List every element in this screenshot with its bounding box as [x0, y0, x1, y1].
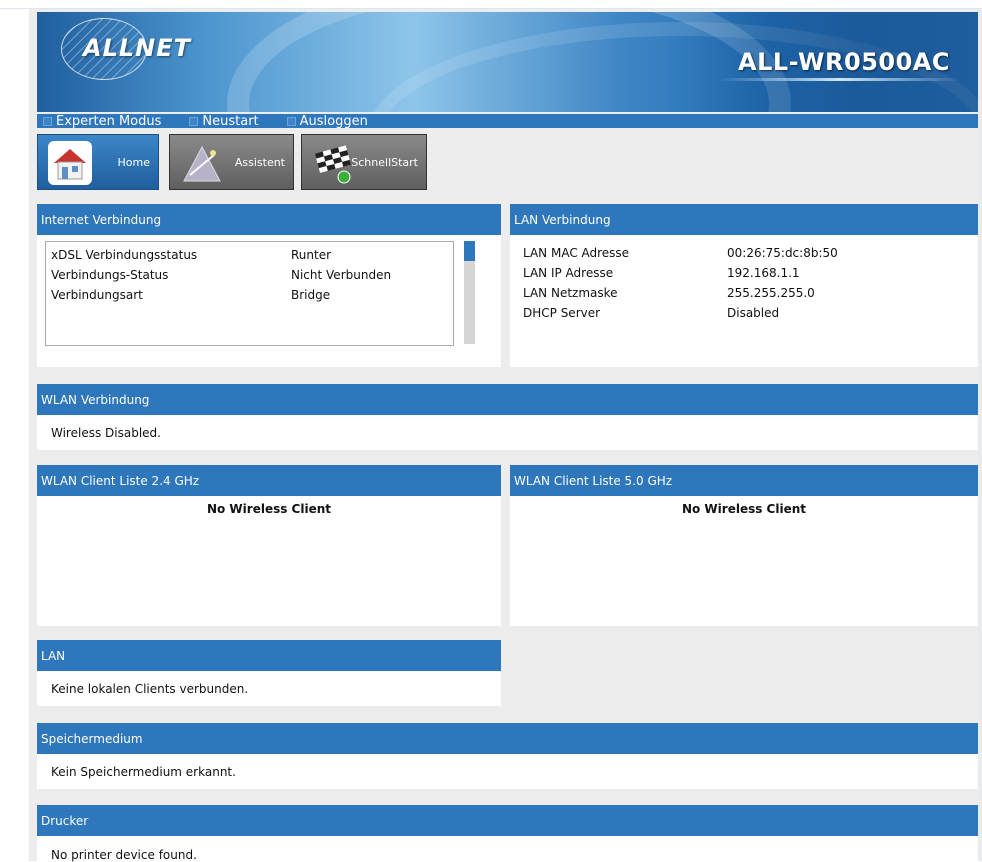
home-label: Home — [117, 155, 150, 169]
scrollbar-thumb[interactable] — [464, 241, 475, 261]
panel-header: LAN — [37, 640, 501, 671]
lan-clients-text: Keine lokalen Clients verbunden. — [51, 682, 249, 696]
left-margin — [0, 9, 29, 861]
storage-panel: Speichermedium Kein Speichermedium erkan… — [37, 723, 978, 789]
router-admin-content: ALLNET ALL-WR0500AC Experten Modus Neust… — [29, 9, 978, 862]
checkered-flag-icon — [314, 145, 352, 184]
brand-logo: ALLNET — [83, 34, 192, 62]
panel-body: LAN MAC Adresse 00:26:75:dc:8b:50 LAN IP… — [510, 235, 978, 367]
bullet-icon — [43, 116, 52, 126]
status-key: xDSL Verbindungsstatus — [51, 248, 198, 262]
no-client-text: No Wireless Client — [206, 502, 332, 516]
lan-value: Disabled — [727, 306, 780, 320]
bullet-icon — [189, 116, 199, 126]
wlan-status-text: Wireless Disabled. — [51, 426, 161, 440]
status-key: Verbindungs-Status — [51, 268, 169, 282]
bullet-icon — [286, 116, 296, 126]
menu-ausloggen[interactable]: Ausloggen — [281, 114, 368, 129]
lan-value: 00:26:75:dc:8b:50 — [727, 246, 838, 260]
model-underline — [717, 78, 962, 81]
lan-connection-panel: LAN Verbindung LAN MAC Adresse 00:26:75:… — [510, 204, 978, 367]
schnellstart-button[interactable]: SchnellStart — [301, 134, 427, 190]
lan-key: LAN MAC Adresse — [523, 246, 630, 260]
panel-body: No Wireless Client — [510, 496, 978, 626]
panel-body: Keine lokalen Clients verbunden. — [37, 671, 501, 706]
status-value: Nicht Verbunden — [291, 268, 392, 282]
status-key: Verbindungsart — [51, 288, 143, 302]
lan-value: 192.168.1.1 — [727, 266, 800, 280]
assistent-button[interactable]: Assistent — [169, 134, 294, 190]
panel-body: xDSL Verbindungsstatus Runter Verbindung… — [37, 235, 501, 367]
printer-panel: Drucker No printer device found. — [37, 805, 978, 862]
right-scrollbar-edge — [978, 9, 982, 861]
status-value: Bridge — [291, 288, 331, 302]
lan-key: DHCP Server — [523, 306, 601, 320]
panel-header: Speichermedium — [37, 723, 978, 754]
browser-page: ALLNET ALL-WR0500AC Experten Modus Neust… — [0, 0, 982, 862]
model-name: ALL-WR0500AC — [738, 48, 950, 76]
internet-connection-panel: Internet Verbindung xDSL Verbindungsstat… — [37, 204, 501, 367]
status-value: Runter — [291, 248, 332, 262]
panel-body: No printer device found. — [37, 836, 978, 862]
panel-header: Internet Verbindung — [37, 204, 501, 235]
lan-key: LAN Netzmaske — [523, 286, 618, 300]
internet-status-listbox[interactable]: xDSL Verbindungsstatus Runter Verbindung… — [45, 241, 454, 346]
menu-label: Neustart — [202, 113, 259, 129]
menu-label: Ausloggen — [299, 113, 368, 129]
schnellstart-label: SchnellStart — [351, 155, 418, 169]
panel-header: WLAN Client Liste 2.4 GHz — [37, 465, 501, 496]
lan-key: LAN IP Adresse — [523, 266, 614, 280]
panel-header: WLAN Verbindung — [37, 384, 978, 415]
panel-header: WLAN Client Liste 5.0 GHz — [510, 465, 978, 496]
panel-header: LAN Verbindung — [510, 204, 978, 235]
storage-status-text: Kein Speichermedium erkannt. — [51, 765, 236, 779]
panel-body: No Wireless Client — [37, 496, 501, 626]
panel-body: Wireless Disabled. — [37, 415, 978, 450]
header-banner: ALLNET ALL-WR0500AC — [37, 12, 978, 112]
wizard-icon — [183, 145, 221, 182]
panel-header: Drucker — [37, 805, 978, 836]
top-menu-bar: Experten Modus Neustart Ausloggen — [37, 113, 978, 129]
panel-body: Kein Speichermedium erkannt. — [37, 754, 978, 789]
menu-label: Experten Modus — [56, 113, 162, 129]
lan-value: 255.255.255.0 — [727, 286, 815, 300]
lan-clients-panel: LAN Keine lokalen Clients verbunden. — [37, 640, 501, 706]
wlan-connection-panel: WLAN Verbindung Wireless Disabled. — [37, 384, 978, 450]
home-button[interactable]: Home — [37, 134, 159, 190]
no-client-text: No Wireless Client — [681, 502, 807, 516]
assistent-label: Assistent — [234, 155, 285, 169]
wlan-client-list-24-panel: WLAN Client Liste 2.4 GHz No Wireless Cl… — [37, 465, 501, 626]
listbox-scrollbar[interactable] — [464, 241, 475, 344]
wlan-client-list-50-panel: WLAN Client Liste 5.0 GHz No Wireless Cl… — [510, 465, 978, 626]
menu-experten-modus[interactable]: Experten Modus — [37, 114, 161, 129]
menu-neustart[interactable]: Neustart — [183, 113, 259, 129]
printer-status-text: No printer device found. — [51, 848, 197, 862]
house-icon — [48, 141, 92, 185]
